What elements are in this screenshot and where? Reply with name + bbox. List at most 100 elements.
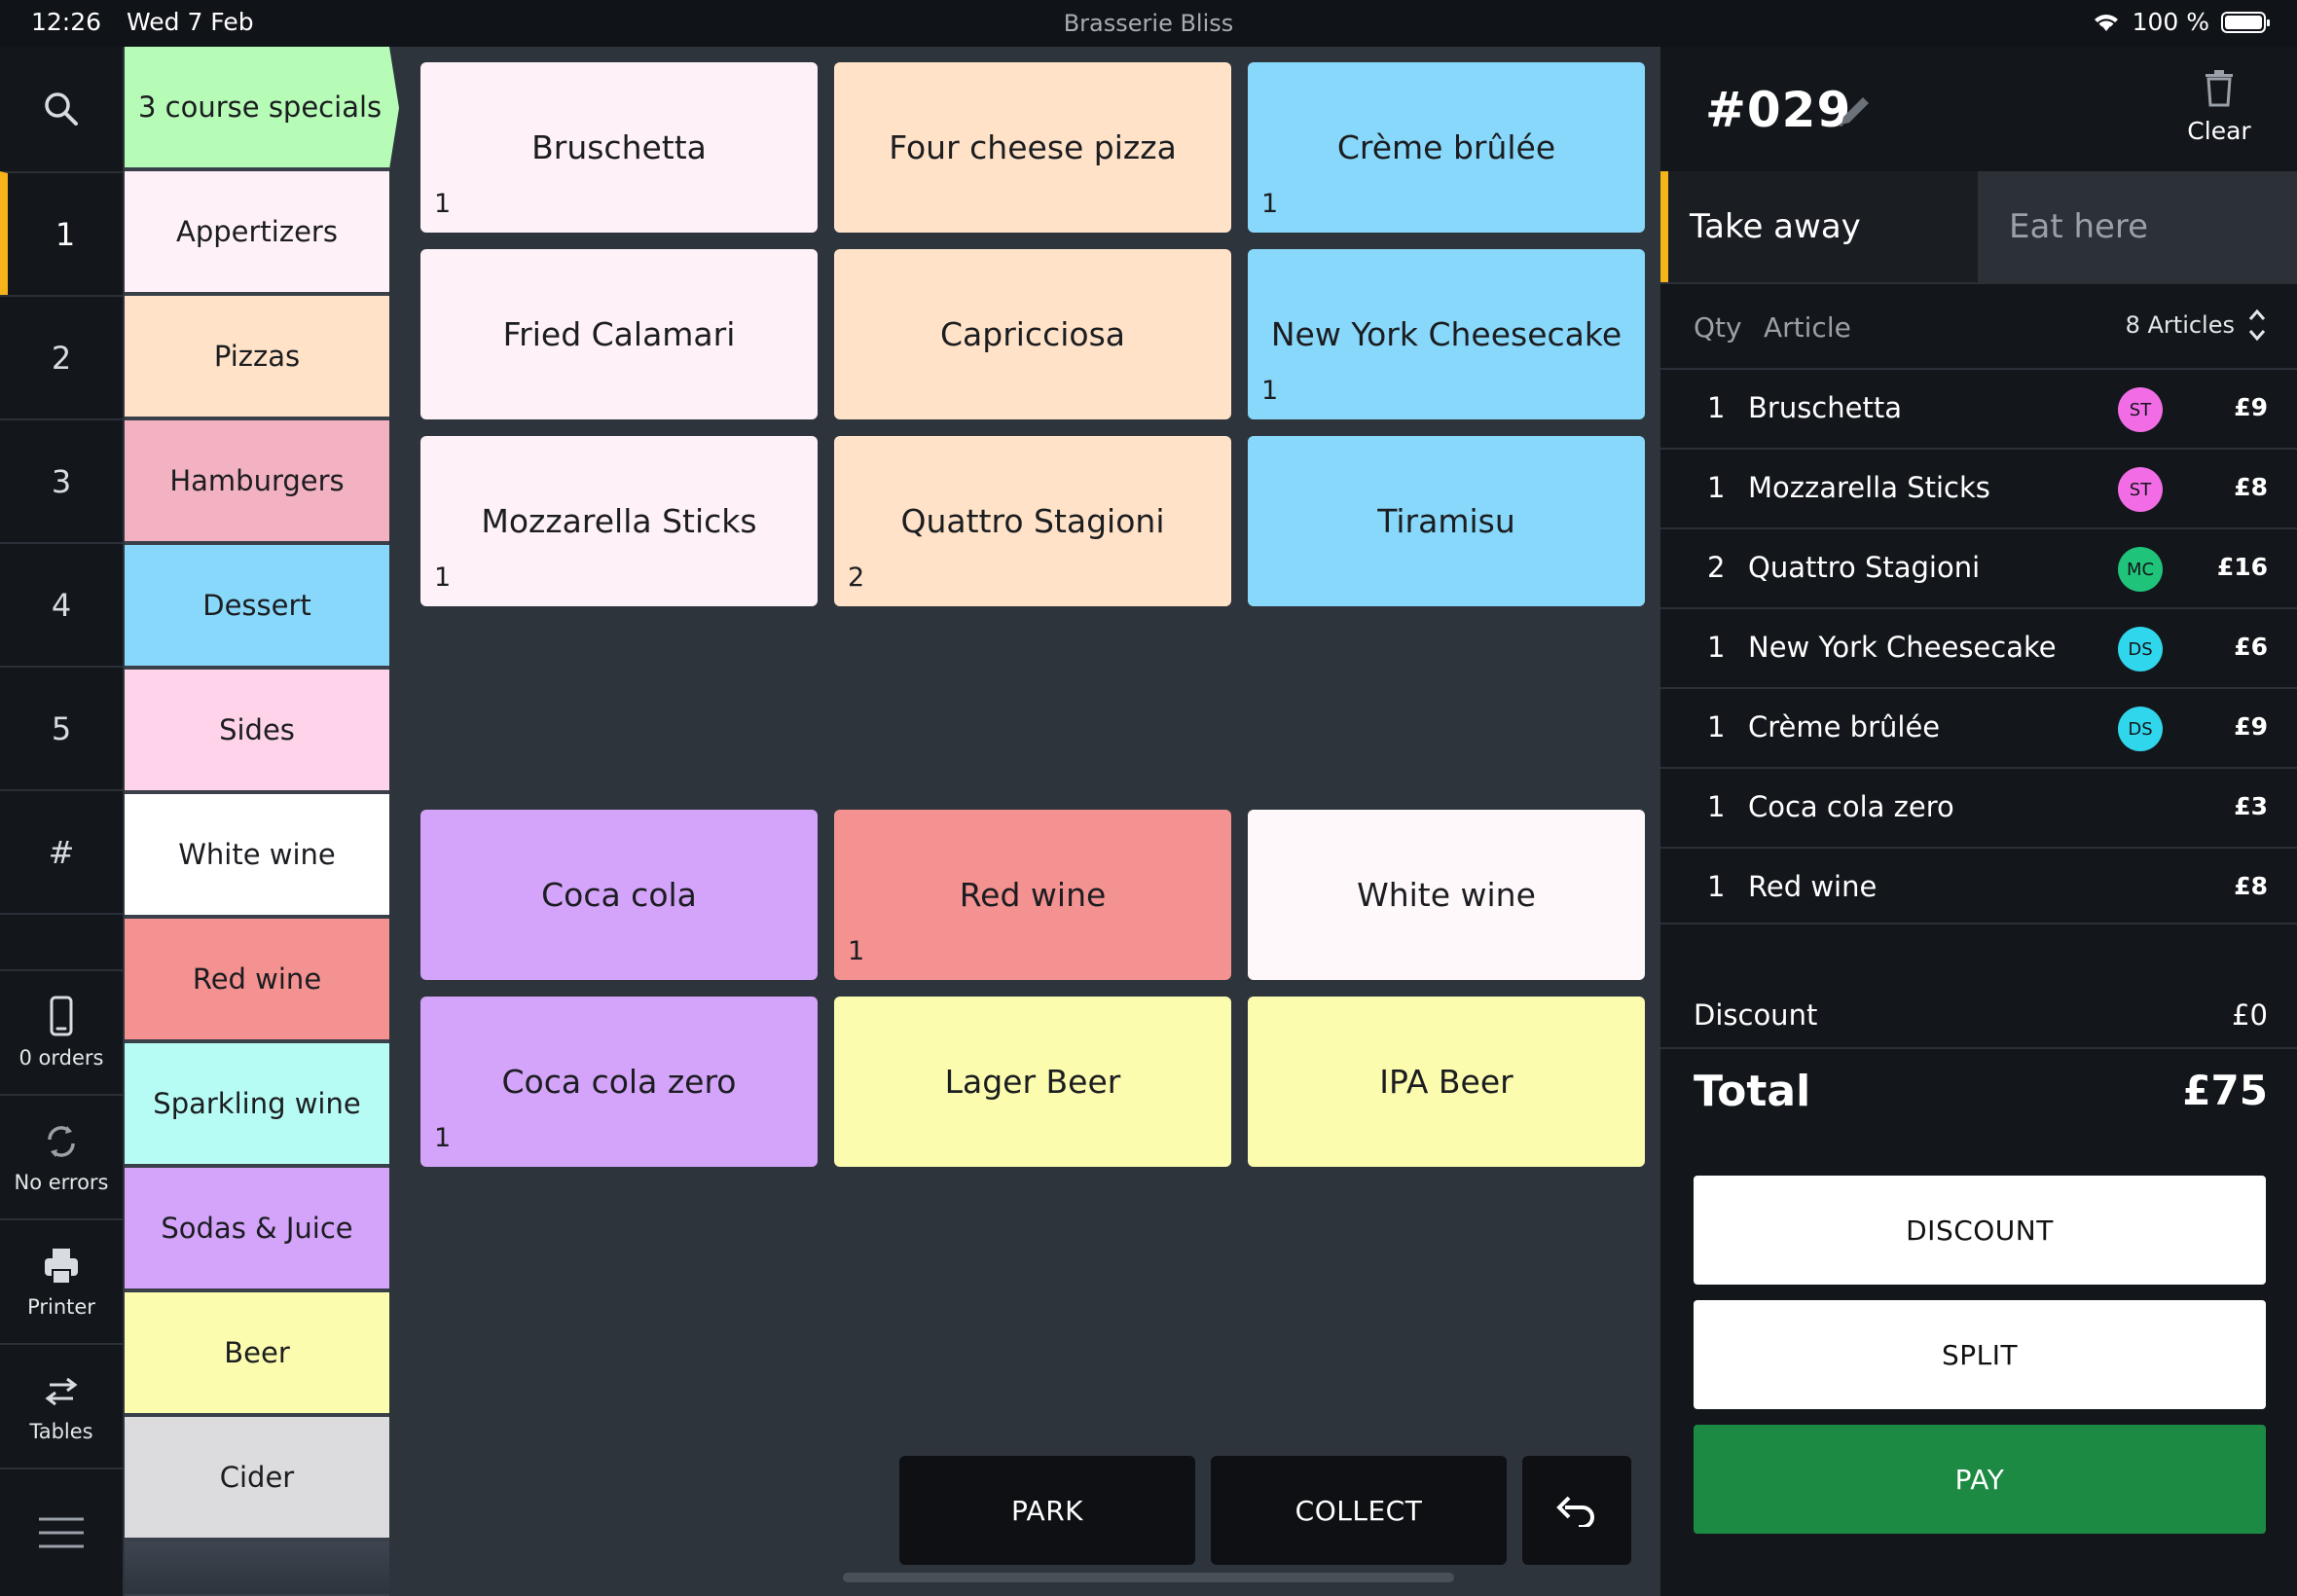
article-count: 8 Articles bbox=[2125, 311, 2235, 339]
product-tile[interactable]: Coca cola zero 1 bbox=[420, 997, 818, 1167]
category-list: 3 course specials Appertizers Pizzas Ham… bbox=[125, 47, 399, 1596]
product-tile[interactable]: Tiramisu bbox=[1248, 436, 1645, 606]
product-tile[interactable]: Bruschetta 1 bbox=[420, 62, 818, 233]
order-line[interactable]: 1 Bruschetta ST £9 bbox=[1660, 368, 2297, 448]
order-line[interactable]: 1 Mozzarella Sticks ST £8 bbox=[1660, 448, 2297, 527]
product-tile[interactable]: Red wine 1 bbox=[834, 810, 1231, 980]
product-name: Bruschetta bbox=[531, 128, 707, 166]
printer-button[interactable]: Printer bbox=[0, 1218, 123, 1343]
category-dessert[interactable]: Dessert bbox=[125, 545, 389, 668]
pay-button[interactable]: PAY bbox=[1694, 1425, 2266, 1534]
sort-chevrons-icon[interactable] bbox=[2246, 304, 2268, 346]
product-name: Fried Calamari bbox=[502, 315, 736, 353]
search-button[interactable] bbox=[0, 47, 123, 171]
product-tile[interactable]: Capricciosa bbox=[834, 249, 1231, 419]
seat-button-5[interactable]: 5 bbox=[0, 666, 123, 789]
orders-button[interactable]: 0 orders bbox=[0, 969, 123, 1094]
product-tile[interactable]: White wine bbox=[1248, 810, 1645, 980]
product-tile[interactable]: Quattro Stagioni 2 bbox=[834, 436, 1231, 606]
park-button[interactable]: PARK bbox=[899, 1456, 1195, 1565]
tables-label: Tables bbox=[29, 1420, 93, 1443]
seat-button-1[interactable]: 1 bbox=[0, 171, 123, 295]
sync-status-button[interactable]: No errors bbox=[0, 1094, 123, 1218]
seat-badge: DS bbox=[2118, 627, 2163, 671]
order-line[interactable]: 1 New York Cheesecake DS £6 bbox=[1660, 607, 2297, 687]
order-line[interactable]: 1 Red wine £8 bbox=[1660, 847, 2297, 926]
category-3-course-specials[interactable]: 3 course specials bbox=[125, 47, 399, 169]
line-price: £9 bbox=[2234, 393, 2268, 421]
left-rail: 1 2 3 4 5 # 0 orders No errors Printer T… bbox=[0, 47, 123, 1596]
category-pizzas[interactable]: Pizzas bbox=[125, 296, 389, 418]
category-white-wine[interactable]: White wine bbox=[125, 794, 389, 917]
app-title: Brasserie Bliss bbox=[1063, 10, 1234, 37]
product-tile[interactable]: Mozzarella Sticks 1 bbox=[420, 436, 818, 606]
orders-label: 0 orders bbox=[18, 1046, 104, 1070]
clear-label: Clear bbox=[2187, 117, 2251, 145]
status-bar: 12:26 Wed 7 Feb Brasserie Bliss 100 % bbox=[0, 0, 2297, 47]
product-name: IPA Beer bbox=[1379, 1063, 1513, 1101]
line-article: Mozzarella Sticks bbox=[1748, 471, 1990, 504]
line-article: Bruschetta bbox=[1748, 391, 1902, 424]
category-sparkling-wine[interactable]: Sparkling wine bbox=[125, 1043, 389, 1166]
product-tile[interactable]: Coca cola bbox=[420, 810, 818, 980]
product-tile[interactable]: Fried Calamari bbox=[420, 249, 818, 419]
category-cider[interactable]: Cider bbox=[125, 1417, 389, 1540]
line-article: Crème brûlée bbox=[1748, 710, 1941, 744]
home-indicator bbox=[843, 1573, 1454, 1582]
qty-column-header: Qty bbox=[1694, 311, 1742, 344]
product-tile[interactable]: Lager Beer bbox=[834, 997, 1231, 1167]
collect-button[interactable]: COLLECT bbox=[1211, 1456, 1507, 1565]
seat-badge: ST bbox=[2118, 387, 2163, 432]
product-name: Quattro Stagioni bbox=[900, 502, 1165, 540]
category-red-wine[interactable]: Red wine bbox=[125, 919, 389, 1041]
order-line[interactable]: 1 Crème brûlée DS £9 bbox=[1660, 687, 2297, 767]
category-sides[interactable]: Sides bbox=[125, 670, 389, 792]
product-tile[interactable]: New York Cheesecake 1 bbox=[1248, 249, 1645, 419]
divider bbox=[1660, 923, 2297, 925]
discount-row: Discount £0 bbox=[1660, 983, 2297, 1049]
seat-button-3[interactable]: 3 bbox=[0, 418, 123, 542]
category-beer[interactable]: Beer bbox=[125, 1292, 389, 1415]
pencil-icon[interactable] bbox=[1834, 90, 1877, 132]
order-line[interactable]: 1 Coca cola zero £3 bbox=[1660, 767, 2297, 847]
product-name: Mozzarella Sticks bbox=[481, 502, 757, 540]
printer-label: Printer bbox=[27, 1295, 95, 1319]
seat-button-4[interactable]: 4 bbox=[0, 542, 123, 666]
split-button[interactable]: SPLIT bbox=[1694, 1300, 2266, 1409]
article-column-header: Article bbox=[1764, 311, 1851, 344]
line-qty: 1 bbox=[1707, 471, 1726, 504]
product-qty: 1 bbox=[1261, 189, 1279, 219]
dining-mode-toggle: Take away Eat here bbox=[1660, 171, 2297, 282]
product-tile[interactable]: IPA Beer bbox=[1248, 997, 1645, 1167]
product-name: Crème brûlée bbox=[1336, 128, 1556, 166]
phone-icon bbox=[50, 996, 73, 1036]
category-hamburgers[interactable]: Hamburgers bbox=[125, 420, 389, 543]
undo-button[interactable] bbox=[1522, 1456, 1631, 1565]
order-line[interactable]: 2 Quattro Stagioni MC £16 bbox=[1660, 527, 2297, 607]
product-tile[interactable]: Crème brûlée 1 bbox=[1248, 62, 1645, 233]
seat-button-custom[interactable]: # bbox=[0, 789, 123, 913]
take-away-option[interactable]: Take away bbox=[1660, 171, 1978, 282]
seat-button-2[interactable]: 2 bbox=[0, 295, 123, 418]
clear-button[interactable]: Clear bbox=[2172, 68, 2266, 145]
product-qty: 1 bbox=[434, 1123, 452, 1153]
battery-percent: 100 % bbox=[2132, 8, 2209, 36]
wifi-icon bbox=[2094, 14, 2118, 31]
line-price: £8 bbox=[2234, 872, 2268, 900]
swap-arrows-icon bbox=[45, 1377, 78, 1406]
product-tile[interactable]: Four cheese pizza bbox=[834, 62, 1231, 233]
discount-button[interactable]: DISCOUNT bbox=[1694, 1176, 2266, 1285]
line-price: £16 bbox=[2216, 553, 2268, 581]
total-row: Total £75 bbox=[1660, 1059, 2297, 1133]
total-value: £75 bbox=[2182, 1067, 2268, 1114]
category-sodas-juice[interactable]: Sodas & Juice bbox=[125, 1168, 389, 1290]
product-qty: 1 bbox=[434, 189, 452, 219]
tables-button[interactable]: Tables bbox=[0, 1343, 123, 1468]
seat-badge: MC bbox=[2118, 547, 2163, 592]
eat-here-option[interactable]: Eat here bbox=[1978, 171, 2297, 282]
line-price: £9 bbox=[2234, 712, 2268, 741]
product-name: Coca cola zero bbox=[501, 1063, 737, 1101]
menu-button[interactable] bbox=[0, 1468, 123, 1596]
search-icon bbox=[45, 92, 78, 126]
category-appertizers[interactable]: Appertizers bbox=[125, 171, 389, 294]
